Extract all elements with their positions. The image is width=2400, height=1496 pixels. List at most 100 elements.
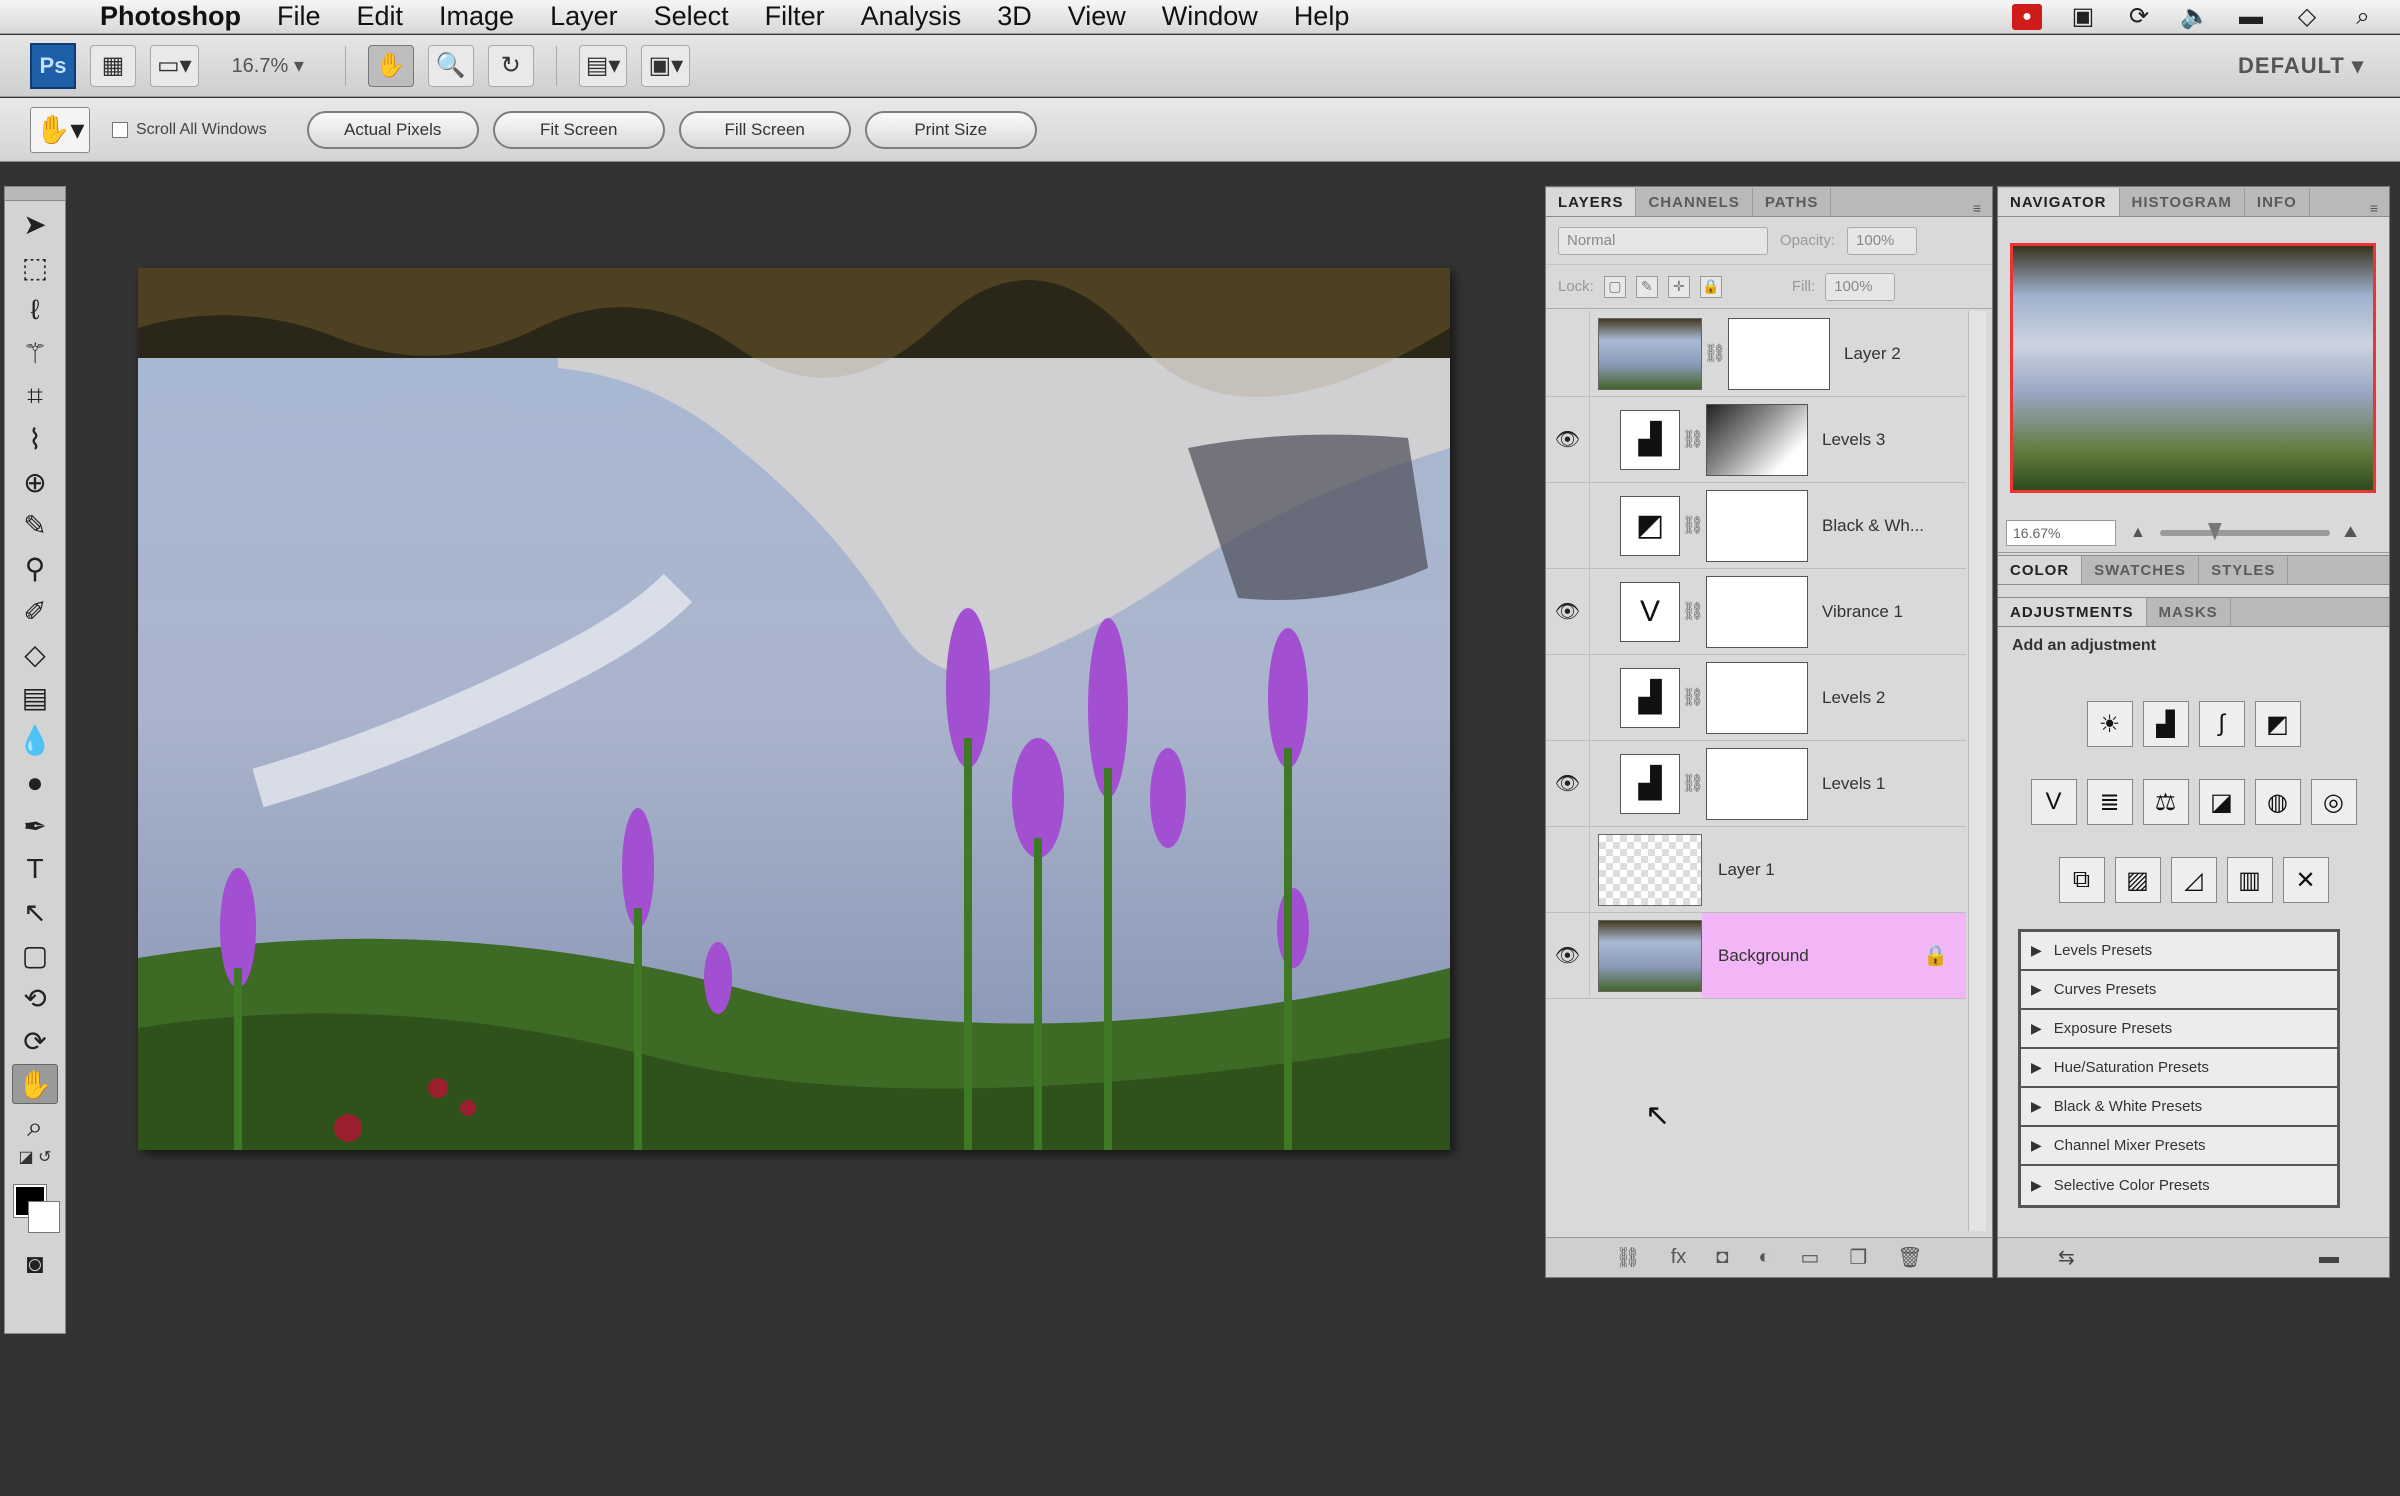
menu-filter[interactable]: Filter — [747, 1, 843, 32]
layer-name[interactable]: Levels 2 — [1808, 655, 1966, 740]
crop-tool-icon[interactable]: ⌗ — [12, 376, 58, 416]
eye-icon[interactable]: 👁 — [1546, 912, 1590, 999]
color-balance-icon[interactable]: ⚖ — [2142, 779, 2189, 825]
preset-item-hue-saturation[interactable]: ▶ Hue/Saturation Presets — [2021, 1049, 2337, 1088]
hand-tool-button[interactable]: ✋ — [367, 44, 414, 87]
document-canvas[interactable] — [138, 268, 1450, 1150]
tools-panel-header[interactable] — [5, 187, 65, 201]
tab-styles[interactable]: STYLES — [2199, 556, 2289, 584]
invert-icon[interactable]: ⧉ — [2058, 857, 2105, 903]
actual-pixels-button[interactable]: Actual Pixels — [306, 110, 479, 149]
display-icon[interactable]: ▬ — [2236, 3, 2266, 30]
visibility-toggle[interactable] — [1546, 482, 1590, 569]
layer-name[interactable]: Layer 2 — [1830, 311, 1966, 396]
rotate-view-button[interactable]: ↻ — [487, 44, 534, 87]
return-to-list-icon[interactable]: ⇆ — [2058, 1245, 2075, 1270]
levels-icon[interactable]: ▟ — [2142, 701, 2189, 747]
history-brush-tool-icon[interactable]: ✐ — [12, 591, 58, 631]
preset-item-curves[interactable]: ▶ Curves Presets — [2021, 971, 2337, 1010]
gradient-tool-icon[interactable]: ▤ — [12, 677, 58, 717]
preset-item-levels[interactable]: ▶ Levels Presets — [2021, 932, 2337, 971]
lock-position-icon[interactable]: ✛ — [1667, 275, 1690, 298]
screen-icon[interactable]: ▣ — [2068, 3, 2098, 30]
menu-image[interactable]: Image — [421, 1, 532, 32]
tab-swatches[interactable]: SWATCHES — [2082, 556, 2200, 584]
layer-thumbnail[interactable] — [1598, 833, 1702, 906]
levels-adjustment-icon[interactable]: ▟ — [1620, 753, 1680, 814]
layer-row-vibrance-1[interactable]: 👁 V ⛓ Vibrance 1 — [1546, 568, 1966, 655]
wifi-icon[interactable]: ◇ — [2292, 3, 2322, 30]
opacity-input[interactable]: 100% — [1847, 226, 1918, 255]
path-selection-tool-icon[interactable]: ↖ — [12, 892, 58, 932]
shape-tool-icon[interactable]: ▢ — [12, 935, 58, 975]
fill-input[interactable]: 100% — [1825, 272, 1896, 301]
preset-item-channel-mixer[interactable]: ▶ Channel Mixer Presets — [2021, 1127, 2337, 1166]
layer-name[interactable]: Black & Wh... — [1808, 483, 1966, 568]
launch-bridge-button[interactable]: ▦ — [90, 44, 136, 87]
menu-window[interactable]: Window — [1144, 1, 1276, 32]
layer-row-background[interactable]: 👁 Background 🔒 — [1546, 912, 1966, 999]
tab-adjustments[interactable]: ADJUSTMENTS — [1998, 598, 2147, 626]
layer-style-icon[interactable]: fx — [1671, 1246, 1687, 1269]
navigator-zoom-slider[interactable] — [2159, 522, 2330, 541]
healing-brush-tool-icon[interactable]: ⊕ — [12, 462, 58, 502]
tab-paths[interactable]: PATHS — [1753, 188, 1832, 216]
dodge-tool-icon[interactable]: ● — [12, 763, 58, 803]
layer-mask-thumbnail[interactable] — [1706, 575, 1808, 648]
3d-rotate-tool-icon[interactable]: ⟲ — [12, 978, 58, 1018]
selective-color-icon[interactable]: ✕ — [2282, 857, 2329, 903]
navigator-zoom-input[interactable]: 16.67% — [2006, 519, 2116, 546]
layer-row-levels-1[interactable]: 👁 ▟ ⛓ Levels 1 — [1546, 740, 1966, 827]
tab-masks[interactable]: MASKS — [2147, 598, 2231, 626]
screen-mode-button[interactable]: ▣▾ — [641, 44, 691, 87]
tab-layers[interactable]: LAYERS — [1546, 188, 1637, 216]
layer-mask-thumbnail[interactable] — [1706, 403, 1808, 476]
photo-filter-icon[interactable]: ◍ — [2254, 779, 2301, 825]
view-extras-button[interactable]: ▭▾ — [150, 44, 199, 87]
volume-icon[interactable]: 🔈 — [2180, 3, 2210, 30]
levels-adjustment-icon[interactable]: ▟ — [1620, 667, 1680, 728]
expanded-view-icon[interactable]: ▬ — [2319, 1246, 2339, 1269]
menu-3d[interactable]: 3D — [979, 1, 1050, 32]
layer-mask-thumbnail[interactable] — [1706, 747, 1808, 820]
record-icon[interactable]: ● — [2012, 3, 2042, 30]
layer-row-levels-3[interactable]: 👁 ▟ ⛓ Levels 3 — [1546, 396, 1966, 483]
layer-row-black-white[interactable]: ◩ ⛓ Black & Wh... — [1546, 482, 1966, 569]
background-color-swatch[interactable] — [28, 1201, 60, 1233]
layer-row-layer-1[interactable]: Layer 1 — [1546, 826, 1966, 913]
lock-transparent-icon[interactable]: ▢ — [1603, 275, 1626, 298]
trash-icon[interactable]: 🗑 — [1897, 1245, 1922, 1270]
fit-screen-button[interactable]: Fit Screen — [492, 110, 665, 149]
exposure-icon[interactable]: ◩ — [2254, 701, 2301, 747]
threshold-icon[interactable]: ◿ — [2170, 857, 2217, 903]
vibrance-adjustment-icon[interactable]: V — [1620, 581, 1680, 642]
eye-icon[interactable]: 👁 — [1546, 396, 1590, 483]
layer-thumbnail[interactable] — [1598, 919, 1702, 992]
menu-app-photoshop[interactable]: Photoshop — [60, 1, 259, 32]
blend-mode-dropdown[interactable]: Normal — [1558, 226, 1768, 255]
tab-histogram[interactable]: HISTOGRAM — [2120, 188, 2245, 216]
scroll-all-windows-checkbox[interactable]: Scroll All Windows — [112, 121, 267, 139]
visibility-toggle[interactable] — [1546, 310, 1590, 397]
visibility-toggle[interactable] — [1546, 826, 1590, 913]
zoom-in-icon[interactable]: ⛰ — [2344, 524, 2357, 542]
tab-info[interactable]: INFO — [2245, 188, 2310, 216]
slider-knob[interactable] — [2207, 522, 2222, 541]
spotlight-search-icon[interactable]: ⌕ — [2348, 3, 2378, 30]
mask-link-icon[interactable]: ⛓ — [1680, 601, 1706, 622]
layer-mask-thumbnail[interactable] — [1706, 661, 1808, 734]
posterize-icon[interactable]: ▨ — [2114, 857, 2161, 903]
layer-name[interactable]: Levels 1 — [1808, 741, 1966, 826]
brightness-contrast-icon[interactable]: ☀ — [2086, 701, 2133, 747]
mask-link-icon[interactable]: ⛓ — [1680, 429, 1706, 450]
layer-mask-thumbnail[interactable] — [1728, 317, 1830, 390]
black-white-adjustment-icon[interactable]: ◩ — [1620, 495, 1680, 556]
brush-tool-icon[interactable]: ✎ — [12, 505, 58, 545]
arrange-documents-button[interactable]: ▤▾ — [578, 44, 628, 87]
menu-file[interactable]: File — [259, 1, 339, 32]
lock-image-icon[interactable]: ✎ — [1635, 275, 1658, 298]
new-layer-icon[interactable]: ❐ — [1849, 1245, 1867, 1270]
panel-menu-icon[interactable]: ≡ — [2359, 200, 2389, 216]
panel-menu-icon[interactable]: ≡ — [1962, 200, 1992, 216]
menu-edit[interactable]: Edit — [339, 1, 422, 32]
